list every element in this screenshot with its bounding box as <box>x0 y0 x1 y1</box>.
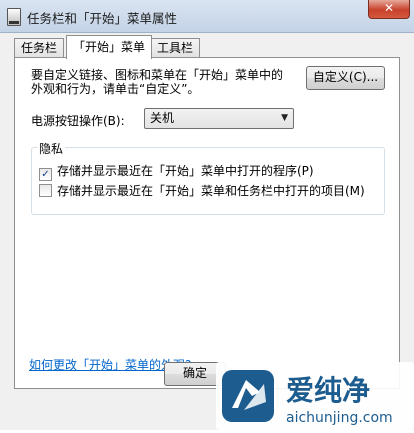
customize-button[interactable]: 自定义(C)... <box>306 66 385 90</box>
description-line-1: 要自定义链接、图标和菜单在「开始」菜单中的 <box>31 68 284 82</box>
recent-programs-option[interactable]: ✓ 存储并显示最近在「开始」菜单中打开的程序(P) <box>39 162 314 181</box>
start-menu-panel: 要自定义链接、图标和菜单在「开始」菜单中的 外观和行为，请单击“自定义”。 自定… <box>14 57 400 389</box>
tab-start-menu[interactable]: 「开始」菜单 <box>66 35 153 59</box>
taskbar-properties-icon <box>7 8 21 26</box>
power-button-value: 关机 <box>150 111 175 125</box>
recent-items-label: 存储并显示最近在「开始」菜单和任务栏中打开的项目(M) <box>57 184 365 198</box>
power-button-select[interactable]: 关机 ▼ <box>144 108 294 129</box>
description-line-2: 外观和行为，请单击“自定义”。 <box>31 82 200 96</box>
watermark-emblem-icon <box>222 370 274 422</box>
recent-programs-label: 存储并显示最近在「开始」菜单中打开的程序(P) <box>57 164 314 178</box>
privacy-group <box>31 147 385 215</box>
watermark-logo: 爱纯净 aichunjing.com <box>216 362 414 430</box>
title-bar: 任务栏和「开始」菜单属性 ✕ <box>0 0 414 33</box>
window-title: 任务栏和「开始」菜单属性 <box>27 11 178 26</box>
privacy-group-title: 隐私 <box>37 140 66 157</box>
recent-items-checkbox[interactable] <box>39 184 52 197</box>
close-button[interactable]: ✕ <box>368 0 410 19</box>
dropdown-arrow-icon: ▼ <box>281 113 288 123</box>
power-button-label: 电源按钮操作(B): <box>31 114 125 128</box>
recent-programs-checkbox[interactable]: ✓ <box>39 168 52 181</box>
svg-text:爱纯净: 爱纯净 <box>286 374 370 407</box>
tab-taskbar[interactable]: 任务栏 <box>14 38 65 58</box>
svg-text:aichunjing.com: aichunjing.com <box>286 410 393 426</box>
recent-items-option[interactable]: 存储并显示最近在「开始」菜单和任务栏中打开的项目(M) <box>39 182 365 199</box>
customize-description: 要自定义链接、图标和菜单在「开始」菜单中的 外观和行为，请单击“自定义”。 <box>31 68 301 96</box>
tab-toolbars[interactable]: 工具栏 <box>150 38 201 58</box>
